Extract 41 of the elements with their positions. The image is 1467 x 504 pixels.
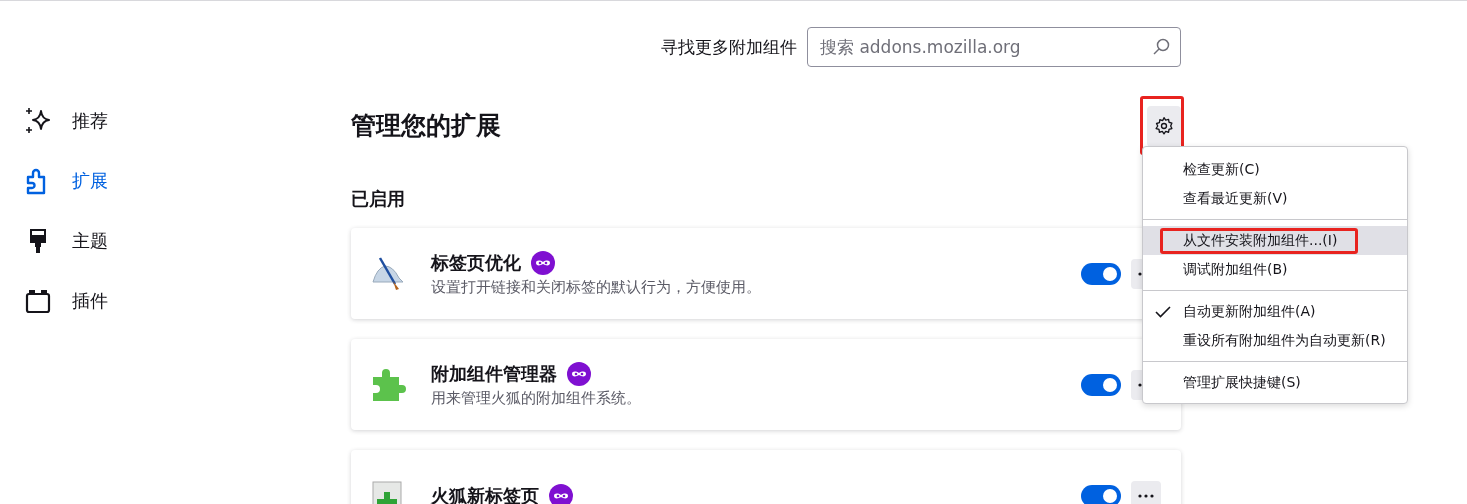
gear-icon	[1154, 116, 1174, 136]
menu-item[interactable]: 从文件安装附加组件...(I)	[1143, 226, 1407, 255]
extension-name: 附加组件管理器	[431, 361, 557, 386]
search-icon	[1152, 38, 1170, 56]
paintbrush-icon	[371, 255, 405, 292]
menu-item[interactable]: 调试附加组件(B)	[1143, 255, 1407, 284]
enable-toggle[interactable]	[1081, 484, 1121, 504]
menu-item[interactable]: 自动更新附加组件(A)	[1143, 297, 1407, 326]
more-options-button[interactable]	[1131, 480, 1161, 504]
sidebar-item[interactable]: 推荐	[24, 101, 351, 141]
mask-badge-icon	[567, 361, 591, 386]
enable-toggle[interactable]	[1081, 373, 1121, 396]
plugin-icon	[24, 287, 52, 315]
menu-item-label: 从文件安装附加组件...(I)	[1160, 227, 1359, 254]
sidebar-item[interactable]: 扩展	[24, 161, 351, 201]
menu-item-label: 检查更新(C)	[1182, 159, 1261, 179]
menu-item[interactable]: 查看最近更新(V)	[1143, 184, 1407, 213]
menu-item[interactable]: 管理扩展快捷键(S)	[1143, 368, 1407, 397]
enable-toggle[interactable]	[1081, 262, 1121, 285]
settings-button[interactable]	[1147, 105, 1181, 147]
extension-description: 设置打开链接和关闭标签的默认行为，方便使用。	[431, 277, 762, 297]
puzzle-icon	[371, 366, 407, 403]
menu-item-label: 查看最近更新(V)	[1182, 188, 1289, 208]
mask-badge-icon	[531, 250, 555, 275]
menu-item-label: 调试附加组件(B)	[1182, 259, 1289, 279]
extension-name: 标签页优化	[431, 250, 521, 275]
page-heading: 管理您的扩展	[351, 109, 501, 142]
menu-item-label: 重设所有附加组件为自动更新(R)	[1182, 330, 1387, 350]
sidebar-item[interactable]: 主题	[24, 221, 351, 261]
extension-name: 火狐新标签页	[431, 483, 539, 504]
sidebar-item[interactable]: 插件	[24, 281, 351, 321]
section-title: 已启用	[351, 187, 406, 211]
menu-item[interactable]: 检查更新(C)	[1143, 155, 1407, 184]
sparkle-icon	[24, 107, 52, 135]
search-label: 寻找更多附加组件	[661, 35, 797, 59]
menu-item[interactable]: 重设所有附加组件为自动更新(R)	[1143, 326, 1407, 355]
menu-item-label: 管理扩展快捷键(S)	[1182, 372, 1302, 392]
more-icon	[1138, 493, 1154, 498]
menu-item-label: 自动更新附加组件(A)	[1182, 301, 1317, 321]
search-field[interactable]: 搜索 addons.mozilla.org	[807, 27, 1181, 67]
extension-description: 用来管理火狐的附加组件系统。	[431, 388, 642, 408]
